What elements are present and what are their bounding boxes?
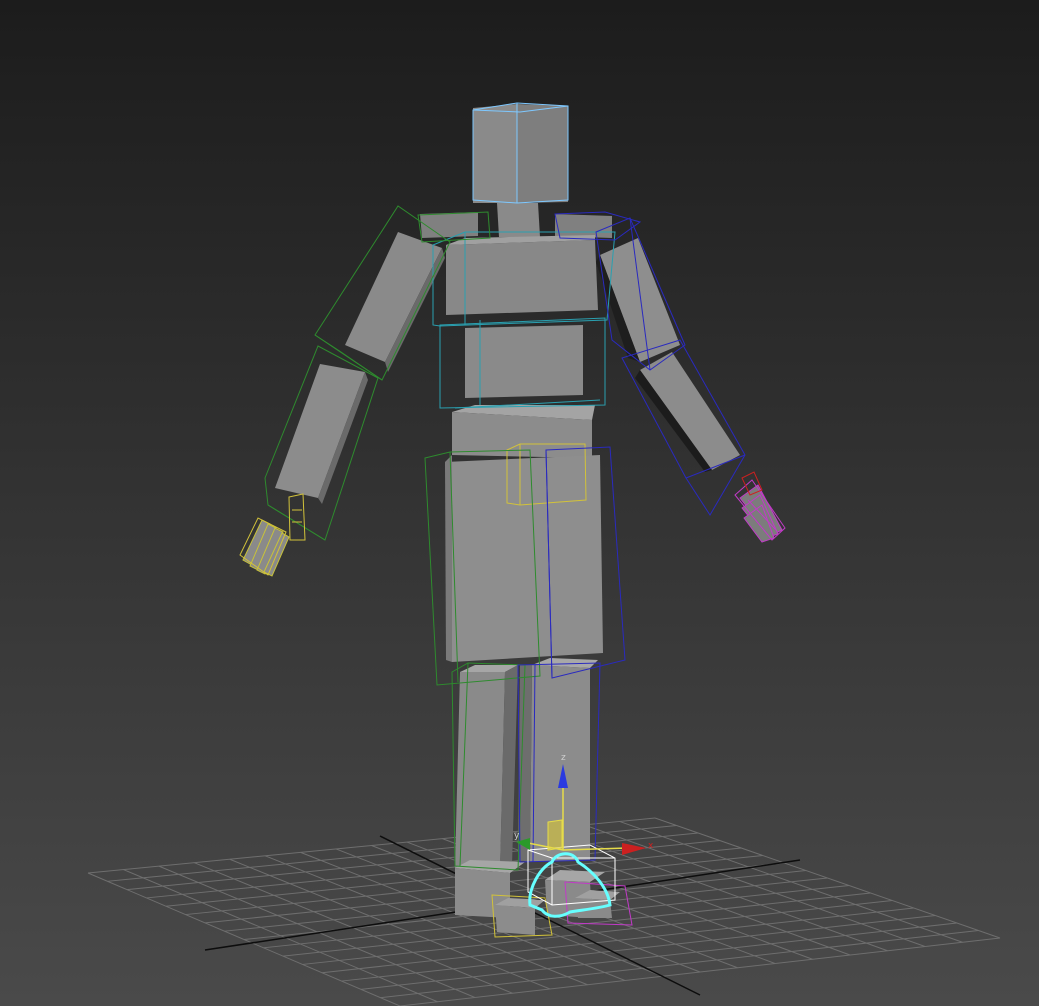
gizmo-z-label: z — [561, 753, 566, 763]
gizmo-y-label: y — [514, 831, 520, 841]
chest-mesh[interactable] — [446, 235, 598, 315]
clavicle-right-mesh[interactable] — [555, 214, 612, 238]
gizmo-x-label: x — [648, 841, 654, 851]
leg-left-mesh[interactable] — [455, 665, 518, 870]
spine-mesh[interactable] — [465, 325, 583, 398]
head-mesh[interactable] — [473, 104, 568, 203]
perspective-viewport[interactable]: z x y — [0, 0, 1039, 1006]
scene-canvas[interactable]: z x y — [0, 0, 1039, 1006]
clavicle-left-mesh[interactable] — [420, 212, 478, 238]
gizmo-plane-handle[interactable] — [547, 819, 563, 851]
